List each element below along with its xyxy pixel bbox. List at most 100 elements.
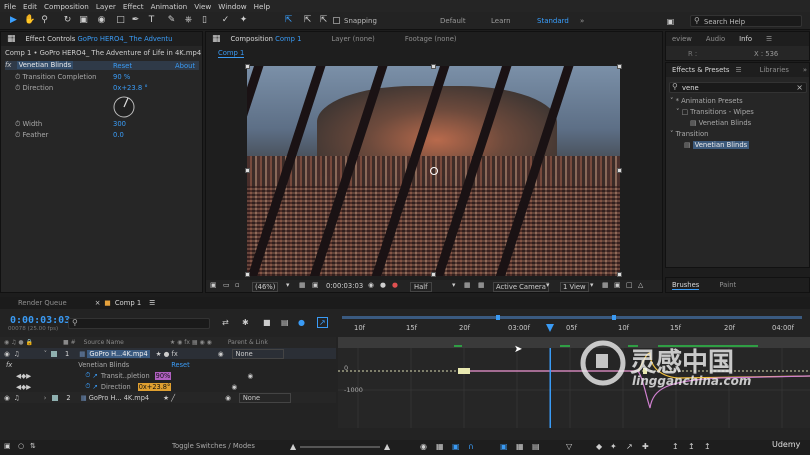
pen-tool-icon[interactable]: ✒ xyxy=(130,15,141,26)
world-axis-icon[interactable]: ⇱ xyxy=(302,15,313,26)
brush-tool-icon[interactable]: ✎ xyxy=(166,15,177,26)
tree-item-transition[interactable]: ˅ Transition xyxy=(670,130,708,138)
timeline-search-input[interactable]: ⚲ xyxy=(68,318,210,329)
parent-link-header[interactable]: Parent & Link xyxy=(228,339,268,346)
expression-pickwhip-icon[interactable]: ◉ xyxy=(231,383,237,391)
transform-handle[interactable] xyxy=(617,64,622,69)
ease-icon[interactable]: ✚ xyxy=(642,442,649,451)
current-time-readout[interactable]: 0:00:03:03 xyxy=(326,282,363,290)
type-tool-icon[interactable]: T xyxy=(146,15,157,26)
effect-reset-link[interactable]: Reset xyxy=(171,361,189,369)
layer-row[interactable]: ◉ ♫ › 2 ▦ GoPro H... 4K.mp4 ★ ╱ ◉ None xyxy=(0,392,336,403)
effect-row[interactable]: fx Venetian Blinds Reset xyxy=(0,359,336,370)
rectangle-tool-icon[interactable]: □ xyxy=(115,15,126,26)
tree-item-venetian-preset[interactable]: ▤ Venetian Blinds xyxy=(690,119,751,127)
comp-mini-flowchart-icon[interactable]: ▣ xyxy=(4,442,11,450)
composition-viewer[interactable] xyxy=(247,66,620,276)
stopwatch-icon[interactable]: ⏱ xyxy=(85,371,90,380)
workspace-default[interactable]: Default xyxy=(440,17,466,25)
tab-brushes[interactable]: Brushes xyxy=(672,281,700,290)
tree-item-animation-presets[interactable]: ˅ * Animation Presets xyxy=(670,97,743,105)
fx-toggle[interactable]: fx xyxy=(5,61,11,69)
parent-dropdown[interactable]: None xyxy=(238,392,291,403)
tab-effect-controls[interactable]: Effect Controls GoPro HERO4_ The Adventu xyxy=(26,35,173,43)
zoom-dropdown[interactable]: (46%) xyxy=(252,282,279,292)
tab-render-queue[interactable]: Render Queue xyxy=(18,299,67,307)
hand-tool-icon[interactable]: ✋ xyxy=(24,15,35,26)
draft-3d-icon[interactable]: ✱ xyxy=(242,318,249,327)
work-area-start-handle[interactable] xyxy=(496,315,500,320)
property-row[interactable]: ◀◆▶ ⏱ ↗ Transit..pletion 90% ◉ xyxy=(0,370,336,381)
motion-blur-icon[interactable]: ● xyxy=(298,318,305,327)
expand-in-out-icon[interactable]: ⇅ xyxy=(30,442,36,450)
mask-visibility-icon[interactable]: ▫ xyxy=(235,281,240,289)
show-snapshot-icon[interactable]: ● xyxy=(380,281,386,289)
layer-switches-icons[interactable]: ★ ╱ xyxy=(163,394,175,402)
view-layout-dropdown[interactable]: 1 View xyxy=(560,282,589,292)
transform-box-icon[interactable]: ▣ xyxy=(452,442,460,451)
panel-menu-icon[interactable]: ☰ xyxy=(149,299,155,307)
camera-tool-icon[interactable]: ▣ xyxy=(78,15,89,26)
menu-window[interactable]: Window xyxy=(218,2,246,11)
snapshot-camera-icon[interactable]: ◉ xyxy=(368,281,374,289)
menu-layer[interactable]: Layer xyxy=(96,2,116,11)
menu-composition[interactable]: Composition xyxy=(44,2,89,11)
tab-layer[interactable]: Layer (none) xyxy=(331,35,374,43)
tab-comp-1[interactable]: Comp 1 xyxy=(115,299,141,307)
local-axis-icon[interactable]: ⇱ xyxy=(283,15,294,26)
graph-icon[interactable]: ↗ xyxy=(92,383,98,391)
tab-info[interactable]: Info xyxy=(739,35,752,43)
tab-paint[interactable]: Paint xyxy=(719,281,736,289)
effect-about-link[interactable]: About xyxy=(175,62,195,70)
prop-direction-value[interactable]: 0x+23.8 ° xyxy=(113,84,148,92)
chevron-down-icon[interactable]: ▾ xyxy=(452,281,455,289)
pan-behind-tool-icon[interactable]: ◉ xyxy=(96,15,107,26)
visibility-eye-icon[interactable]: ◉ xyxy=(4,350,10,358)
anchor-point-icon[interactable] xyxy=(430,167,438,175)
sync-settings-icon[interactable]: ▣ xyxy=(665,16,676,27)
property-value[interactable]: 90% xyxy=(154,371,172,380)
parent-dropdown[interactable]: None xyxy=(231,348,284,359)
easy-ease-icon[interactable]: ↥ xyxy=(672,442,679,451)
property-value[interactable]: 0x+23.8° xyxy=(137,382,172,391)
tree-item-venetian-effect[interactable]: ▤ Venetian Blinds xyxy=(684,141,750,149)
expression-pickwhip-icon[interactable]: ◉ xyxy=(247,372,253,380)
monitor-icon[interactable]: ▭ xyxy=(223,281,229,289)
transform-handle[interactable] xyxy=(245,272,250,277)
shy-layers-icon[interactable]: ■ xyxy=(263,318,271,327)
work-area-end-handle[interactable] xyxy=(612,315,616,320)
view-axis-icon[interactable]: ⇱ xyxy=(318,15,329,26)
chevron-down-icon[interactable]: ▾ xyxy=(546,281,549,289)
tab-effects-presets[interactable]: Effects & Presets xyxy=(672,66,729,74)
grid-icon[interactable]: ▦ xyxy=(299,281,305,289)
layer-row[interactable]: ◉ ♫ ˅ 1 ▦ GoPro H...4K.mp4 ★ ● fx ◉ None xyxy=(0,348,336,359)
expand-chevron-icon[interactable]: ˅ xyxy=(44,350,47,358)
label-color-icon[interactable] xyxy=(52,394,59,401)
workspace-overflow-icon[interactable]: » xyxy=(580,17,584,25)
easy-ease-in-icon[interactable]: ↥ xyxy=(688,442,695,451)
menu-file[interactable]: File xyxy=(4,2,16,11)
tab-close-icon[interactable]: × xyxy=(95,299,101,307)
effect-header-row[interactable]: fx Venetian Blinds Reset About xyxy=(5,61,199,70)
prop-feather-value[interactable]: 0.0 xyxy=(113,131,124,139)
comp-flowchart-icon[interactable]: ⇄ xyxy=(222,318,229,327)
exposure-icon[interactable]: □ xyxy=(626,281,632,289)
frame-blending-icon[interactable]: ▤ xyxy=(281,318,289,327)
zoom-tool-icon[interactable]: ⚲ xyxy=(39,15,50,26)
workspace-learn[interactable]: Learn xyxy=(491,17,511,25)
always-preview-icon[interactable]: ▣ xyxy=(210,281,216,289)
expand-chevron-icon[interactable]: › xyxy=(44,394,47,402)
graph-type-icon[interactable]: ▦ xyxy=(436,442,444,451)
label-color-icon[interactable] xyxy=(50,350,57,357)
transparency-grid-icon[interactable]: ▦ xyxy=(464,281,470,289)
hold-keyframe-icon[interactable]: ◆ xyxy=(596,442,602,451)
timeline-current-time[interactable]: 0:00:03:03 xyxy=(10,315,70,326)
graph-editor-icon[interactable]: ↗ xyxy=(317,317,328,328)
menu-edit[interactable]: Edit xyxy=(23,2,37,11)
puppet-tool-icon[interactable]: ✦ xyxy=(238,15,249,26)
zoom-in-icon[interactable]: ▲ xyxy=(384,442,390,451)
transform-handle[interactable] xyxy=(431,272,436,277)
chevron-down-icon[interactable]: ▾ xyxy=(590,281,593,289)
panel-overflow-icon[interactable]: » xyxy=(803,66,807,74)
fit-selection-icon[interactable]: ▣ xyxy=(500,442,508,451)
